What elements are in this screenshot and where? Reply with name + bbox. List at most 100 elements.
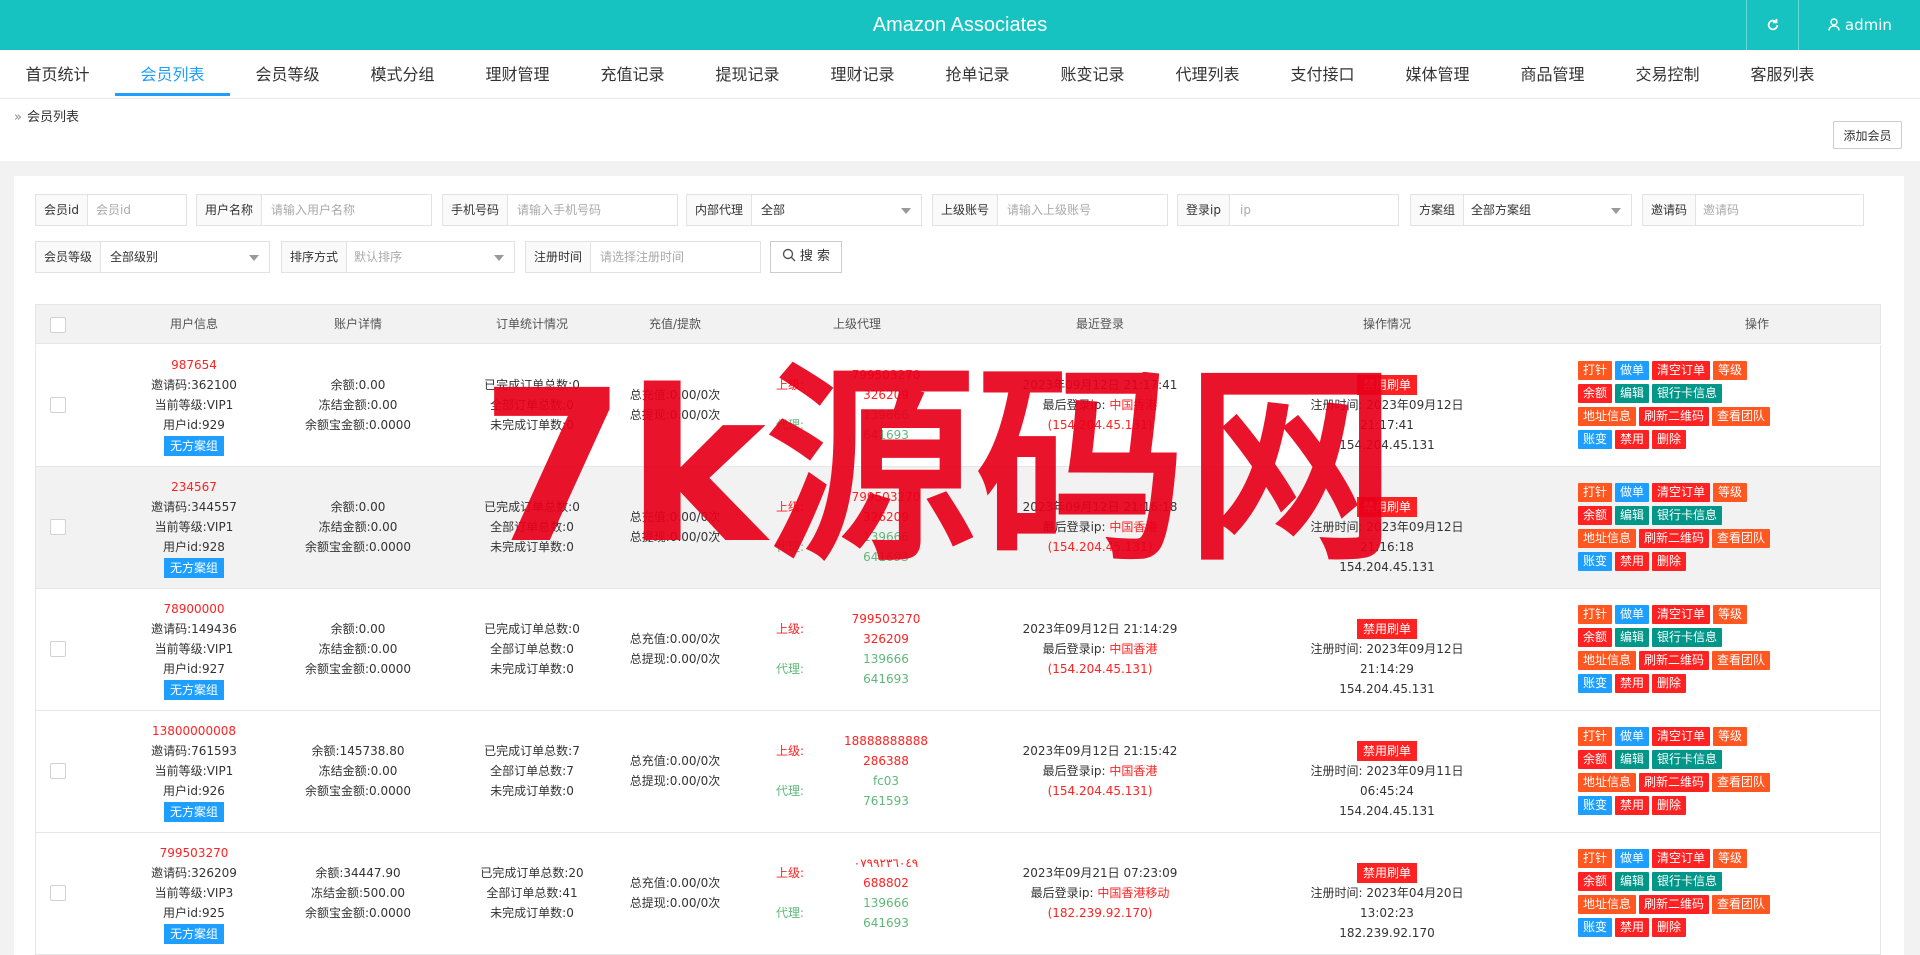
nav-media-manage[interactable]: 媒体管理 bbox=[1380, 50, 1495, 98]
row-checkbox[interactable] bbox=[50, 641, 66, 657]
delete-button[interactable]: 删除 bbox=[1652, 674, 1687, 693]
address-button[interactable]: 地址信息 bbox=[1578, 651, 1637, 670]
edit-button[interactable]: 编辑 bbox=[1615, 628, 1650, 647]
row-checkbox[interactable] bbox=[50, 397, 66, 413]
view-team-button[interactable]: 查看团队 bbox=[1712, 773, 1771, 792]
user-account[interactable]: 13800000008 bbox=[104, 721, 284, 741]
search-button[interactable]: 搜 索 bbox=[770, 241, 842, 273]
status-badge[interactable]: 禁用刷单 bbox=[1356, 497, 1417, 517]
view-team-button[interactable]: 查看团队 bbox=[1712, 529, 1771, 548]
user-account[interactable]: 987654 bbox=[104, 355, 284, 375]
account-change-button[interactable]: 账变 bbox=[1578, 674, 1613, 693]
user-account[interactable]: 78900000 bbox=[104, 599, 284, 619]
add-member-button[interactable]: 添加会员 bbox=[1833, 121, 1902, 149]
delete-button[interactable]: 删除 bbox=[1652, 918, 1687, 937]
clear-orders-button[interactable]: 清空订单 bbox=[1652, 727, 1711, 746]
status-badge[interactable]: 禁用刷单 bbox=[1356, 375, 1417, 395]
bank-card-button[interactable]: 银行卡信息 bbox=[1652, 750, 1723, 769]
nav-member-level[interactable]: 会员等级 bbox=[230, 50, 345, 98]
nav-withdraw-records[interactable]: 提现记录 bbox=[690, 50, 805, 98]
account-change-button[interactable]: 账变 bbox=[1578, 918, 1613, 937]
nav-mode-group[interactable]: 模式分组 bbox=[345, 50, 460, 98]
clear-orders-button[interactable]: 清空订单 bbox=[1652, 483, 1711, 502]
edit-button[interactable]: 编辑 bbox=[1615, 506, 1650, 525]
status-badge[interactable]: 禁用刷单 bbox=[1356, 741, 1417, 761]
status-badge[interactable]: 禁用刷单 bbox=[1356, 863, 1417, 883]
balance-button[interactable]: 余额 bbox=[1578, 628, 1613, 647]
disable-button[interactable]: 禁用 bbox=[1615, 918, 1650, 937]
view-team-button[interactable]: 查看团队 bbox=[1712, 895, 1771, 914]
member-level-select[interactable]: 全部级别 bbox=[110, 242, 158, 272]
nav-account-change[interactable]: 账变记录 bbox=[1035, 50, 1150, 98]
make-order-button[interactable]: 做单 bbox=[1615, 361, 1650, 380]
nav-trade-control[interactable]: 交易控制 bbox=[1610, 50, 1725, 98]
balance-button[interactable]: 余额 bbox=[1578, 750, 1613, 769]
bank-card-button[interactable]: 银行卡信息 bbox=[1652, 872, 1723, 891]
refresh-qrcode-button[interactable]: 刷新二维码 bbox=[1639, 407, 1710, 426]
login-ip-input[interactable]: ip bbox=[1240, 195, 1251, 225]
row-checkbox[interactable] bbox=[50, 763, 66, 779]
row-checkbox[interactable] bbox=[50, 519, 66, 535]
nav-recharge-records[interactable]: 充值记录 bbox=[575, 50, 690, 98]
level-button[interactable]: 等级 bbox=[1713, 849, 1748, 868]
view-team-button[interactable]: 查看团队 bbox=[1712, 651, 1771, 670]
sort-select[interactable]: 默认排序 bbox=[354, 242, 402, 272]
disable-button[interactable]: 禁用 bbox=[1615, 796, 1650, 815]
balance-button[interactable]: 余额 bbox=[1578, 506, 1613, 525]
clear-orders-button[interactable]: 清空订单 bbox=[1652, 605, 1711, 624]
nav-grab-records[interactable]: 抢单记录 bbox=[920, 50, 1035, 98]
inject-button[interactable]: 打针 bbox=[1578, 605, 1613, 624]
make-order-button[interactable]: 做单 bbox=[1615, 483, 1650, 502]
make-order-button[interactable]: 做单 bbox=[1615, 727, 1650, 746]
delete-button[interactable]: 删除 bbox=[1652, 430, 1687, 449]
address-button[interactable]: 地址信息 bbox=[1578, 895, 1637, 914]
make-order-button[interactable]: 做单 bbox=[1615, 605, 1650, 624]
user-menu[interactable]: admin bbox=[1798, 0, 1920, 50]
address-button[interactable]: 地址信息 bbox=[1578, 773, 1637, 792]
inject-button[interactable]: 打针 bbox=[1578, 727, 1613, 746]
delete-button[interactable]: 删除 bbox=[1652, 552, 1687, 571]
invite-code-input[interactable]: 邀请码 bbox=[1703, 195, 1739, 225]
nav-service-list[interactable]: 客服列表 bbox=[1725, 50, 1840, 98]
user-account[interactable]: 234567 bbox=[104, 477, 284, 497]
parent-account-input[interactable]: 请输入上级账号 bbox=[1007, 195, 1091, 225]
address-button[interactable]: 地址信息 bbox=[1578, 407, 1637, 426]
balance-button[interactable]: 余额 bbox=[1578, 872, 1613, 891]
register-time-input[interactable]: 请选择注册时间 bbox=[600, 242, 684, 272]
level-button[interactable]: 等级 bbox=[1713, 483, 1748, 502]
username-input[interactable]: 请输入用户名称 bbox=[271, 195, 355, 225]
edit-button[interactable]: 编辑 bbox=[1615, 384, 1650, 403]
disable-button[interactable]: 禁用 bbox=[1615, 430, 1650, 449]
level-button[interactable]: 等级 bbox=[1713, 605, 1748, 624]
bank-card-button[interactable]: 银行卡信息 bbox=[1652, 628, 1723, 647]
delete-button[interactable]: 删除 bbox=[1652, 796, 1687, 815]
select-all-checkbox[interactable] bbox=[50, 317, 66, 333]
nav-member-list[interactable]: 会员列表 bbox=[115, 50, 230, 98]
bank-card-button[interactable]: 银行卡信息 bbox=[1652, 384, 1723, 403]
make-order-button[interactable]: 做单 bbox=[1615, 849, 1650, 868]
inject-button[interactable]: 打针 bbox=[1578, 849, 1613, 868]
inject-button[interactable]: 打针 bbox=[1578, 483, 1613, 502]
disable-button[interactable]: 禁用 bbox=[1615, 674, 1650, 693]
bank-card-button[interactable]: 银行卡信息 bbox=[1652, 506, 1723, 525]
status-badge[interactable]: 禁用刷单 bbox=[1356, 619, 1417, 639]
nav-agent-list[interactable]: 代理列表 bbox=[1150, 50, 1265, 98]
edit-button[interactable]: 编辑 bbox=[1615, 872, 1650, 891]
level-button[interactable]: 等级 bbox=[1713, 361, 1748, 380]
clear-orders-button[interactable]: 清空订单 bbox=[1652, 849, 1711, 868]
nav-home-stats[interactable]: 首页统计 bbox=[0, 50, 115, 98]
row-checkbox[interactable] bbox=[50, 885, 66, 901]
view-team-button[interactable]: 查看团队 bbox=[1712, 407, 1771, 426]
member-id-input[interactable]: 会员id bbox=[96, 195, 131, 225]
refresh-qrcode-button[interactable]: 刷新二维码 bbox=[1639, 651, 1710, 670]
address-button[interactable]: 地址信息 bbox=[1578, 529, 1637, 548]
inject-button[interactable]: 打针 bbox=[1578, 361, 1613, 380]
nav-finance-manage[interactable]: 理财管理 bbox=[460, 50, 575, 98]
nav-payment-api[interactable]: 支付接口 bbox=[1265, 50, 1380, 98]
balance-button[interactable]: 余额 bbox=[1578, 384, 1613, 403]
refresh-button[interactable] bbox=[1746, 0, 1799, 50]
level-button[interactable]: 等级 bbox=[1713, 727, 1748, 746]
nav-goods-manage[interactable]: 商品管理 bbox=[1495, 50, 1610, 98]
account-change-button[interactable]: 账变 bbox=[1578, 796, 1613, 815]
phone-input[interactable]: 请输入手机号码 bbox=[517, 195, 601, 225]
